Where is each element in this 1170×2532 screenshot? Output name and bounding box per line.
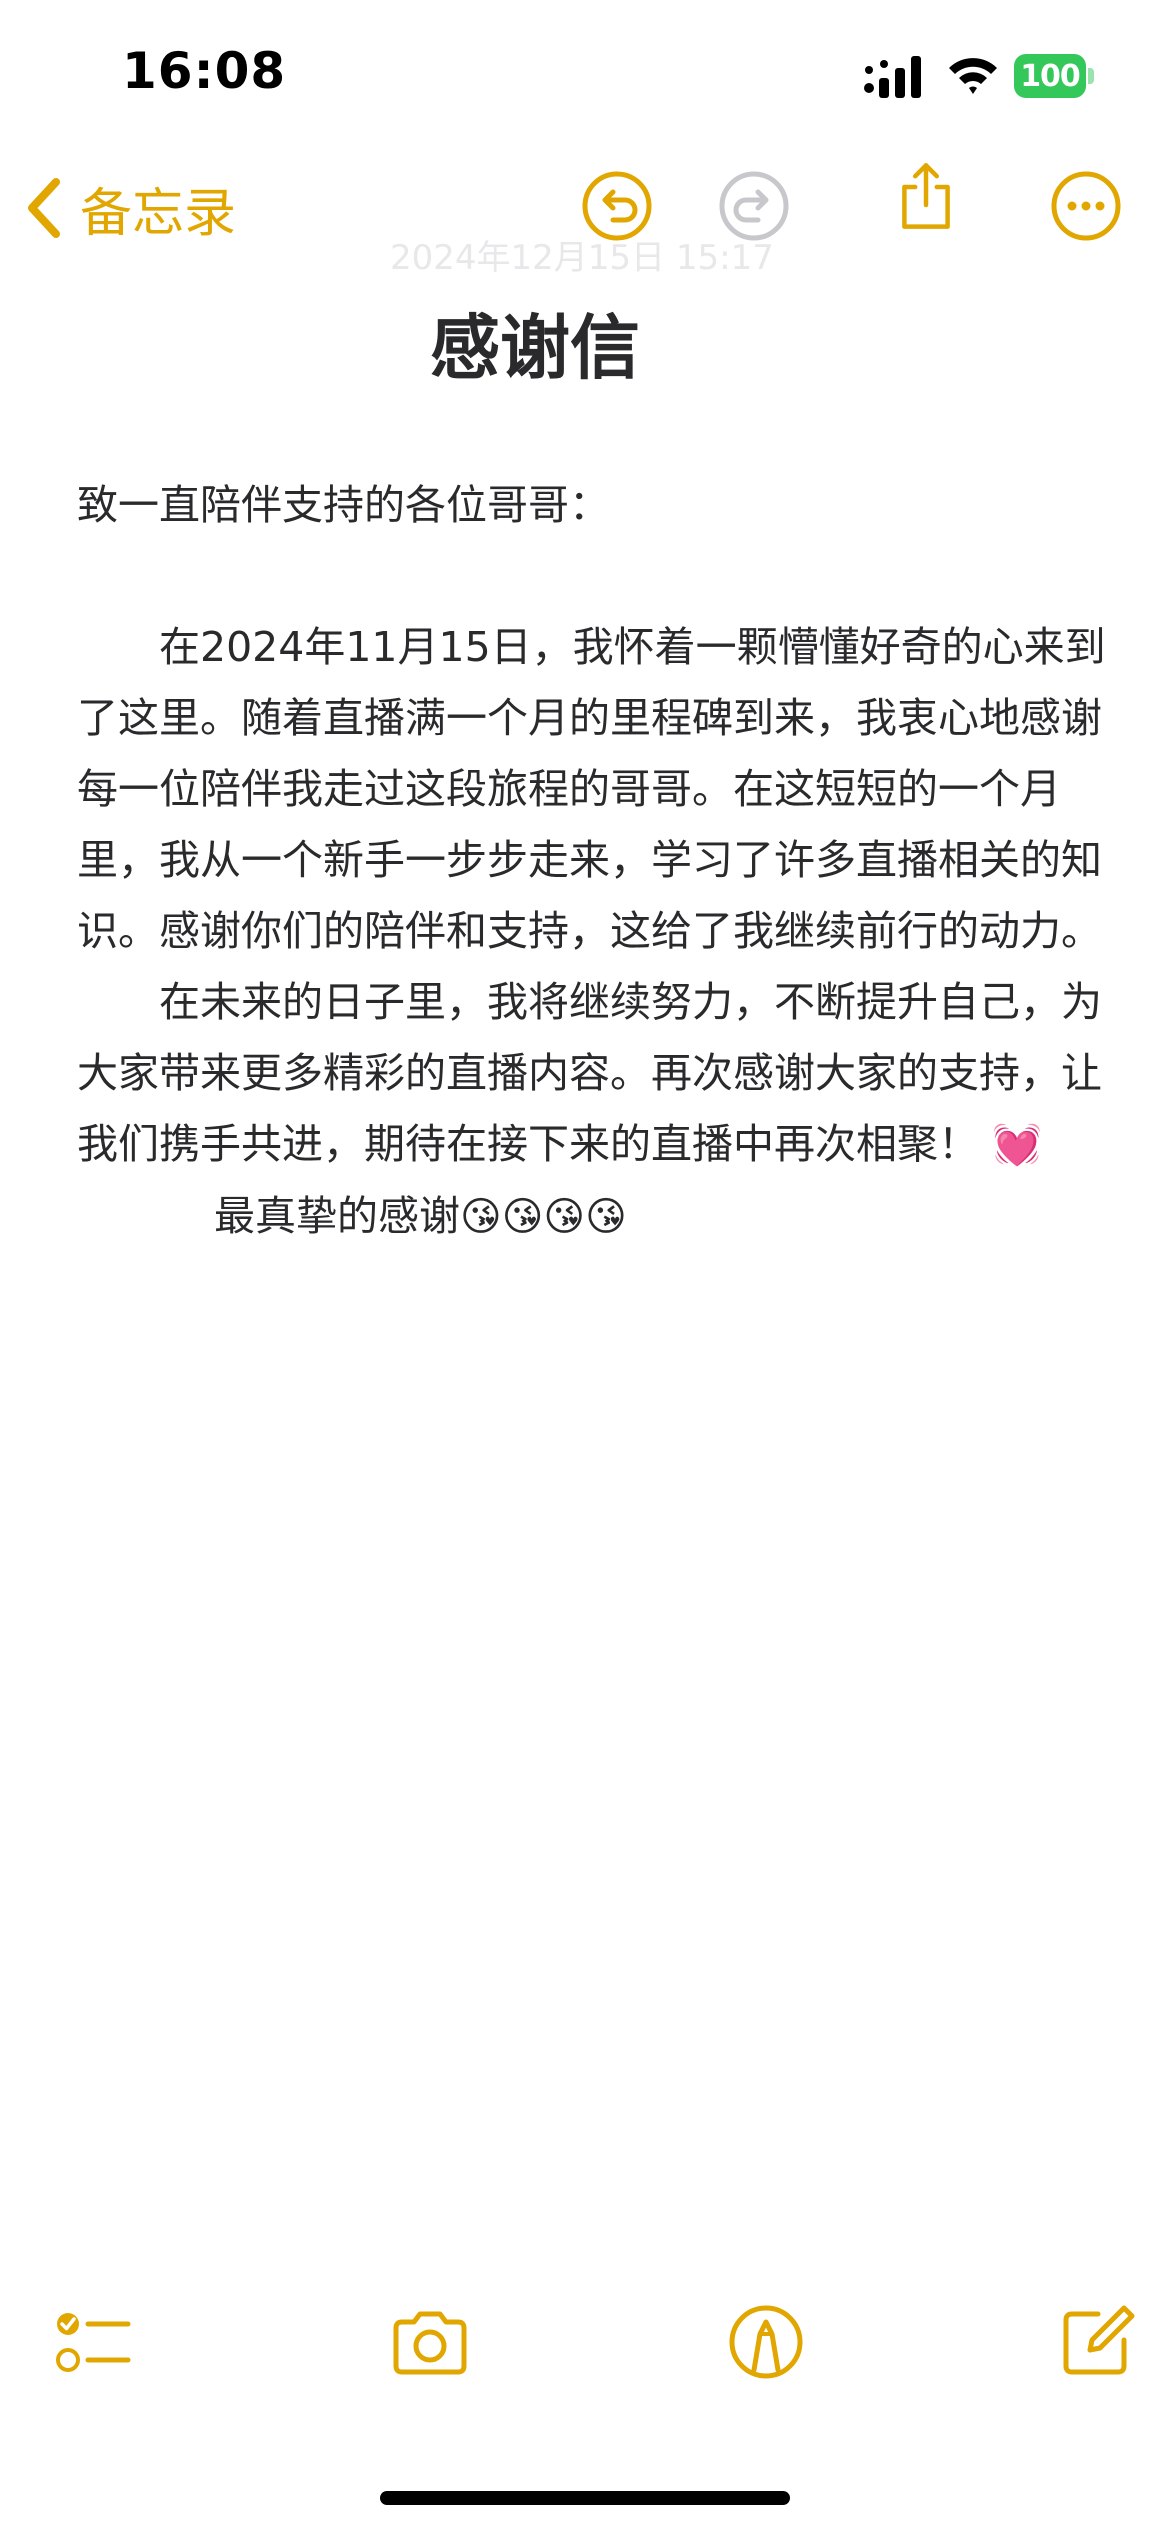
chevron-left-icon (28, 178, 60, 238)
note-paragraph-2-text: 在未来的日子里，我将继续努力，不断提升自己，为大家带来更多精彩的直播内容。再次感… (77, 978, 1102, 1168)
heart-emoji: 💓 (992, 1122, 1042, 1168)
status-bar: 16:08 100 (0, 0, 1170, 150)
note-title[interactable]: 感谢信 (0, 292, 1070, 393)
note-body[interactable]: 致一直陪伴支持的各位哥哥： 在2024年11月15日，我怀着一颗懵懂好奇的心来到… (77, 470, 1107, 1253)
compose-icon (1063, 2305, 1135, 2375)
cellular-signal-icon (864, 56, 921, 98)
note-closing: 最真挚的感谢😘😘😘😘 (77, 1181, 1107, 1253)
battery-nub (1088, 68, 1094, 84)
checklist-icon (56, 2313, 131, 2372)
back-button-label: 备忘录 (80, 183, 237, 244)
battery-indicator: 100 (1014, 54, 1094, 98)
checklist-button[interactable] (52, 2300, 136, 2384)
camera-icon (393, 2311, 467, 2375)
note-closing-text: 最真挚的感谢 (214, 1192, 460, 1240)
camera-button[interactable] (388, 2300, 472, 2384)
markup-icon (729, 2305, 803, 2379)
share-icon (902, 163, 950, 229)
bottom-toolbar (0, 2300, 1170, 2420)
note-date: 2024年12月15日 15:17 (390, 238, 774, 278)
compose-button[interactable] (1054, 2300, 1138, 2384)
kiss-emoji: 😘😘😘😘 (460, 1194, 627, 1240)
note-greeting: 致一直陪伴支持的各位哥哥： (77, 481, 610, 529)
more-options-button[interactable] (1050, 170, 1122, 242)
markup-button[interactable] (724, 2300, 808, 2384)
more-icon (1051, 171, 1121, 241)
note-paragraph-2: 在未来的日子里，我将继续努力，不断提升自己，为大家带来更多精彩的直播内容。再次感… (77, 967, 1107, 1181)
home-indicator[interactable] (380, 2491, 790, 2505)
note-paragraph-1: 在2024年11月15日，我怀着一颗懵懂好奇的心来到了这里。随着直播满一个月的里… (77, 623, 1106, 955)
share-button[interactable] (890, 160, 962, 232)
back-button[interactable]: 备忘录 (22, 168, 236, 248)
wifi-icon (949, 58, 997, 94)
battery-level: 100 (1014, 54, 1086, 98)
status-time: 16:08 (122, 42, 287, 100)
